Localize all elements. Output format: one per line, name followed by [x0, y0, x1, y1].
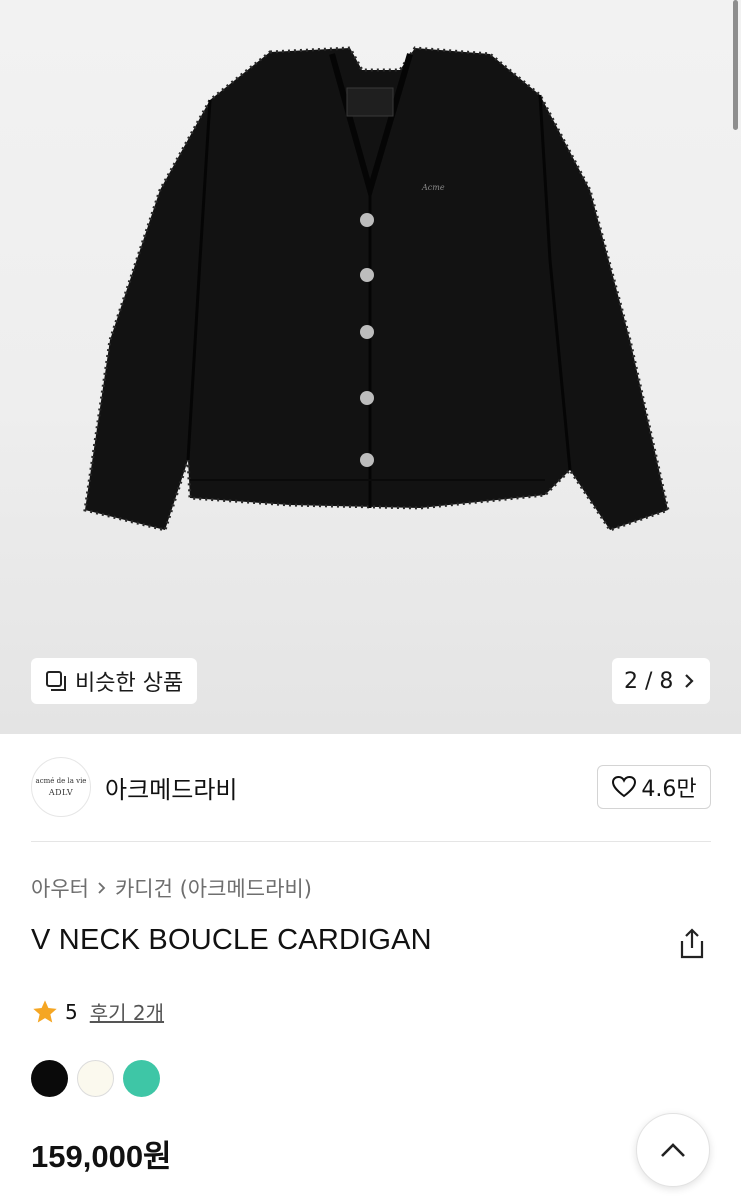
similar-items-icon [46, 671, 66, 691]
divider [31, 841, 711, 842]
similar-products-label: 비슷한 상품 [75, 671, 184, 696]
chevron-right-icon [685, 674, 694, 688]
chevron-up-icon [661, 1143, 685, 1157]
brand-logo-line1: acmé de la vie [35, 777, 87, 785]
rating-row: 5 후기 2개 [31, 997, 164, 1026]
brand-logo[interactable]: acmé de la vie ADLV [31, 757, 91, 817]
product-price: 159,000원 [31, 1139, 172, 1174]
product-image: Acme [83, 46, 670, 532]
scroll-to-top-button[interactable] [636, 1113, 710, 1187]
color-swatch-black[interactable] [31, 1060, 68, 1097]
color-options [31, 1060, 160, 1097]
image-pager-button[interactable]: 2 / 8 [612, 658, 710, 704]
like-button[interactable]: 4.6만 [597, 765, 711, 809]
heart-icon [612, 775, 637, 798]
breadcrumb: 아우터 카디건 (아크메드라비) [31, 873, 312, 903]
brand-row[interactable]: acmé de la vie ADLV 아크메드라비 4.6만 [31, 757, 711, 817]
chevron-right-icon [98, 882, 106, 894]
like-count: 4.6만 [641, 777, 697, 802]
star-icon [33, 999, 57, 1022]
review-link[interactable]: 후기 2개 [90, 997, 164, 1026]
breadcrumb-subcategory[interactable]: 카디건 (아크메드라비) [115, 873, 312, 903]
brand-logo-line2: ADLV [48, 788, 74, 797]
image-pager-count: 2 / 8 [624, 668, 674, 694]
product-image-gallery[interactable]: Acme 비슷한 상품 2 / 8 [0, 0, 741, 734]
rating-score: 5 [65, 999, 78, 1024]
page-scrollbar[interactable] [733, 0, 738, 130]
brand-name[interactable]: 아크메드라비 [105, 770, 237, 805]
similar-products-button[interactable]: 비슷한 상품 [31, 658, 197, 704]
color-swatch-mint[interactable] [123, 1060, 160, 1097]
color-swatch-ivory[interactable] [77, 1060, 114, 1097]
product-title: V NECK BOUCLE CARDIGAN [31, 924, 432, 956]
breadcrumb-category[interactable]: 아우터 [31, 873, 89, 903]
share-icon[interactable] [677, 927, 707, 961]
svg-text:Acme: Acme [421, 183, 445, 192]
